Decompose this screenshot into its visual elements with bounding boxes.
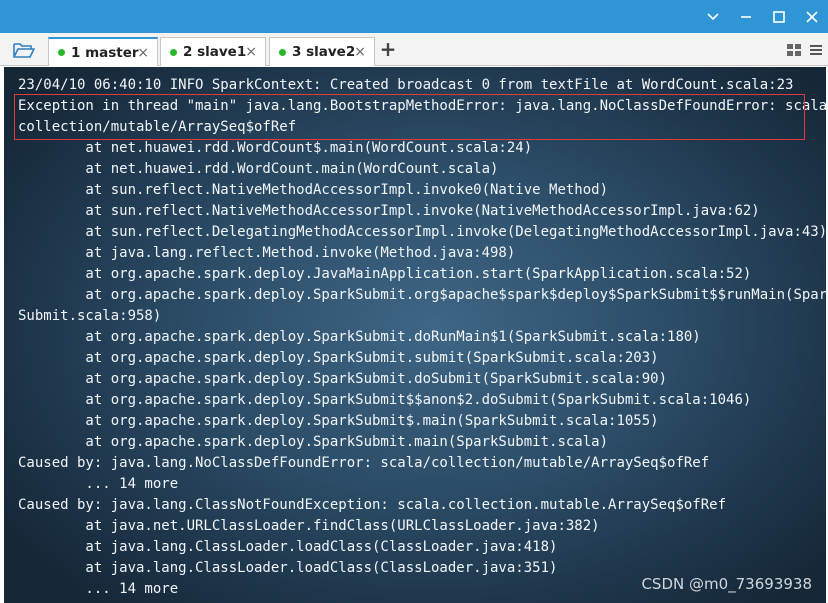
terminal-line: at org.apache.spark.deploy.JavaMainAppli… [18, 266, 752, 282]
terminal-line: at org.apache.spark.deploy.SparkSubmit.d… [18, 329, 701, 345]
terminal-line: at java.lang.ClassLoader.loadClass(Class… [18, 539, 558, 555]
terminal-line: at org.apache.spark.deploy.SparkSubmit.s… [18, 350, 659, 366]
terminal-line: Caused by: java.lang.NoClassDefFoundErro… [18, 455, 710, 471]
terminal-line: at sun.reflect.NativeMethodAccessorImpl.… [18, 203, 760, 219]
terminal-line: at net.huawei.rdd.WordCount$.main(WordCo… [18, 140, 533, 156]
error-highlight-box [14, 94, 805, 140]
tab-label: 1 master [71, 44, 139, 61]
terminal-line: at sun.reflect.NativeMethodAccessorImpl.… [18, 182, 609, 198]
terminal-line: at java.net.URLClassLoader.findClass(URL… [18, 518, 600, 534]
close-icon[interactable]: × [245, 44, 257, 60]
close-icon[interactable] [795, 0, 828, 33]
terminal-output[interactable]: 23/04/10 06:40:10 INFO SparkContext: Cre… [4, 67, 826, 603]
terminal-line: at org.apache.spark.deploy.SparkSubmit.d… [18, 371, 668, 387]
chevron-down-icon[interactable] [696, 0, 729, 33]
close-icon[interactable]: × [354, 44, 366, 60]
tab-slave2[interactable]: 3 slave2 × [269, 37, 375, 66]
window-controls [696, 0, 828, 33]
terminal-line: at sun.reflect.DelegatingMethodAccessorI… [18, 224, 826, 240]
watermark: CSDN @m0_73693938 [641, 575, 812, 593]
session-tab-bar: 1 master × 2 slave1 × 3 slave2 × + [0, 33, 828, 66]
restore-icon[interactable] [729, 0, 762, 33]
terminal-text: 23/04/10 06:40:10 INFO SparkContext: Cre… [18, 75, 826, 600]
tab-label: 2 slave1 [183, 44, 247, 60]
tab-master[interactable]: 1 master × [48, 37, 158, 66]
add-tab-button[interactable]: + [378, 39, 398, 59]
terminal-line: at org.apache.spark.deploy.SparkSubmit.o… [18, 287, 826, 303]
connected-status-icon [279, 48, 286, 56]
terminal-line: at java.lang.reflect.Method.invoke(Metho… [18, 245, 516, 261]
connected-status-icon [170, 48, 177, 56]
grid-layout-icon[interactable] [786, 42, 802, 58]
terminal-line: 23/04/10 06:40:10 INFO SparkContext: Cre… [18, 77, 794, 93]
tab-label: 3 slave2 [292, 44, 356, 60]
close-icon[interactable]: × [137, 45, 149, 61]
menu-icon[interactable] [808, 42, 824, 58]
terminal-line: at net.huawei.rdd.WordCount.main(WordCou… [18, 161, 499, 177]
terminal-line: at org.apache.spark.deploy.SparkSubmit$$… [18, 392, 752, 408]
terminal-line: ... 14 more [18, 476, 179, 492]
window-titlebar [0, 0, 828, 33]
folder-open-icon[interactable] [12, 40, 36, 60]
terminal-line: at org.apache.spark.deploy.SparkSubmit$.… [18, 413, 659, 429]
tab-slave1[interactable]: 2 slave1 × [160, 37, 266, 66]
maximize-icon[interactable] [762, 0, 795, 33]
terminal-line: Caused by: java.lang.ClassNotFoundExcept… [18, 497, 727, 513]
terminal-line: at org.apache.spark.deploy.SparkSubmit.m… [18, 434, 609, 450]
connected-status-icon [58, 49, 65, 56]
terminal-line: Submit.scala:958) [18, 308, 162, 324]
